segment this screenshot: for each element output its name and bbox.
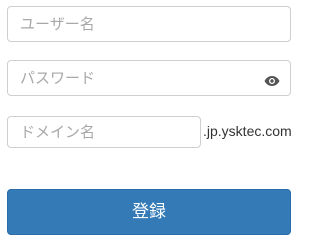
username-field — [7, 6, 291, 42]
password-input[interactable] — [8, 61, 290, 95]
domain-suffix: .jp.ysktec.com — [203, 123, 292, 139]
eye-icon[interactable] — [264, 72, 280, 86]
login-button[interactable]: 登録 — [7, 189, 291, 235]
eye-icon-graphic — [264, 76, 280, 86]
login-form: .jp.ysktec.com 登録 — [0, 0, 298, 245]
domain-field — [7, 116, 201, 148]
username-input[interactable] — [8, 7, 290, 41]
domain-input[interactable] — [8, 117, 200, 147]
password-field — [7, 60, 291, 96]
